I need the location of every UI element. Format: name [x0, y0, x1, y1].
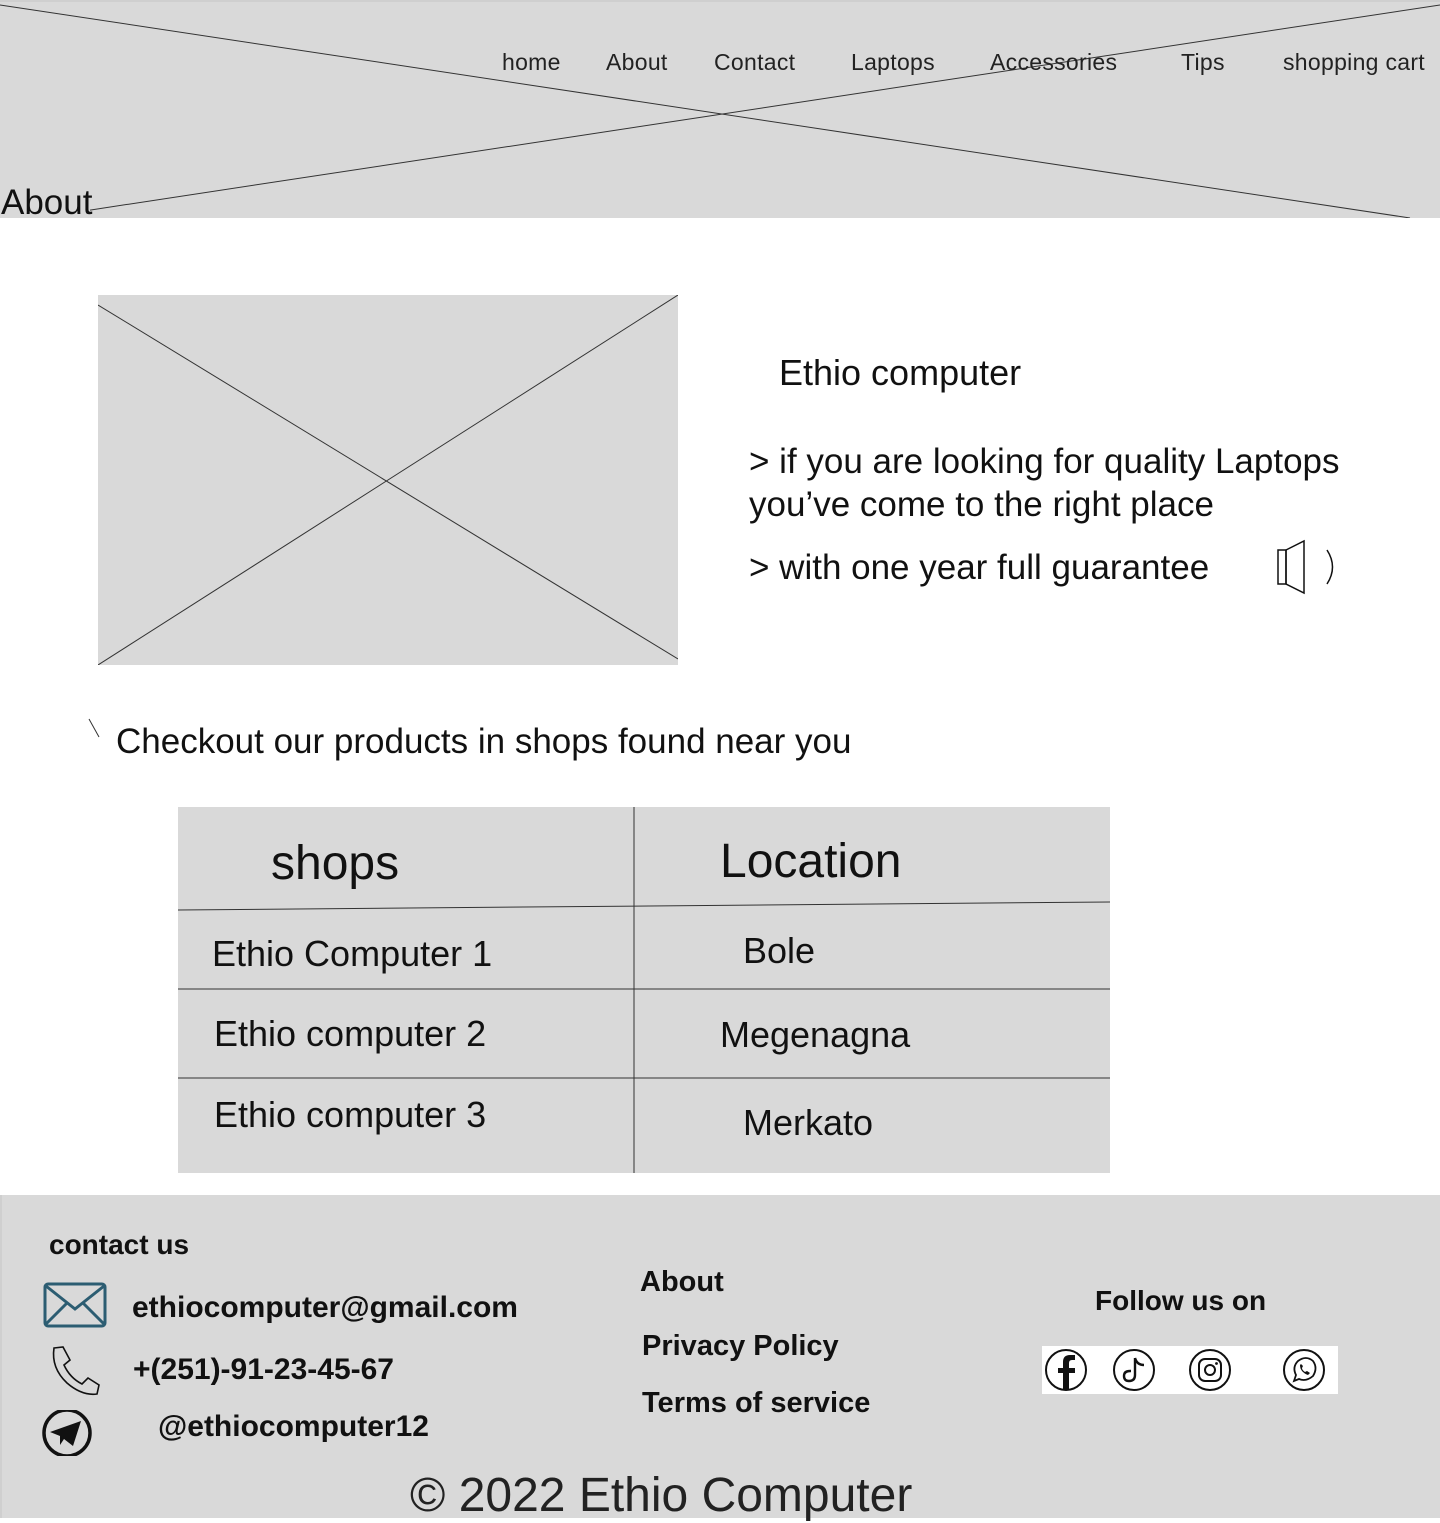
nav-shopping-cart[interactable]: shopping cart — [1283, 49, 1425, 76]
table-cell-location: Merkato — [743, 1102, 874, 1143]
social-icons — [1042, 1346, 1338, 1394]
table-cell-location: Bole — [743, 930, 816, 971]
nav-laptops[interactable]: Laptops — [851, 49, 935, 76]
nav-about[interactable]: About — [606, 49, 668, 76]
contact-email[interactable]: ethiocomputer@gmail.com — [132, 1291, 518, 1325]
email-icon — [43, 1282, 107, 1328]
contact-phone[interactable]: +(251)-91-23-45-67 — [133, 1353, 394, 1387]
column-header-location: Location — [720, 835, 902, 888]
hero-image-placeholder — [98, 295, 678, 665]
terms-of-service-link[interactable]: Terms of service — [642, 1387, 870, 1420]
hero-line-right-place: you’ve come to the right place — [749, 485, 1214, 524]
table-cell-shop: Ethio Computer 1 — [212, 933, 493, 974]
table-cell-shop: Ethio computer 3 — [214, 1094, 487, 1135]
speaker-icon[interactable] — [1275, 538, 1341, 596]
nav-tips[interactable]: Tips — [1181, 49, 1225, 76]
decorative-tick-mark — [88, 718, 100, 738]
header-image-placeholder — [0, 4, 1440, 218]
contact-us-title: contact us — [49, 1229, 190, 1260]
follow-us-title: Follow us on — [1095, 1285, 1267, 1316]
privacy-policy-link[interactable]: Privacy Policy — [642, 1330, 839, 1363]
hero-line-quality: > if you are looking for quality Laptops — [749, 442, 1340, 481]
table-cell-shop: Ethio computer 2 — [214, 1013, 487, 1054]
nav-contact[interactable]: Contact — [714, 49, 795, 76]
table-cell-location: Megenagna — [720, 1014, 911, 1055]
brand-name: Ethio computer — [779, 352, 1022, 393]
nav-accessories[interactable]: Accessories — [990, 49, 1117, 76]
copyright-text: © 2022 Ethio Computer — [410, 1469, 913, 1522]
column-header-shops: shops — [271, 837, 400, 890]
page-title: About — [1, 183, 93, 222]
footer-about-link[interactable]: About — [640, 1266, 724, 1299]
shops-heading: Checkout our products in shops found nea… — [116, 722, 852, 761]
telegram-icon — [42, 1410, 92, 1456]
phone-icon — [52, 1346, 100, 1396]
tiktok-icon[interactable] — [1112, 1348, 1156, 1392]
header-banner — [0, 0, 1440, 218]
instagram-icon[interactable] — [1188, 1348, 1232, 1392]
facebook-icon[interactable] — [1044, 1348, 1088, 1392]
whatsapp-icon[interactable] — [1282, 1348, 1326, 1392]
hero-line-guarantee: > with one year full guarantee — [749, 548, 1210, 587]
contact-telegram[interactable]: @ethiocomputer12 — [158, 1410, 429, 1444]
nav-home[interactable]: home — [502, 49, 561, 76]
